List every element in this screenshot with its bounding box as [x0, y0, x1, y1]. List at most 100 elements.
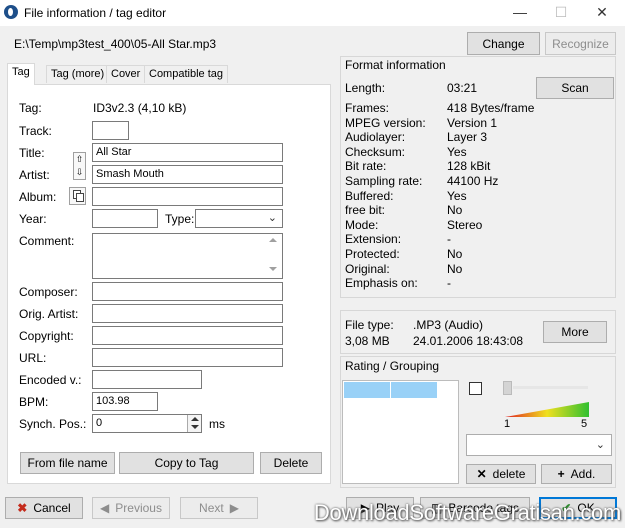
length-value: 03:21 [447, 81, 478, 95]
previous-label: Previous [115, 501, 162, 515]
arrow-left-icon: ◀ [100, 501, 110, 515]
format-row-value: 44100 Hz [447, 174, 499, 188]
next-button[interactable]: Next ▶ [180, 497, 258, 519]
rating-add-label: Add. [570, 467, 596, 481]
format-row-label: Sampling rate: [345, 174, 423, 188]
rating-max: 5 [581, 418, 588, 430]
synch-pos-stepper[interactable]: 0 [92, 414, 202, 433]
next-label: Next [199, 501, 224, 515]
grouping-list[interactable] [342, 380, 459, 484]
encoded-label: Encoded v.: [19, 373, 82, 387]
tag-label: Tag: [19, 101, 42, 115]
cancel-x-icon: ✖ [17, 501, 28, 515]
rating-delete-button[interactable]: ✕ delete [466, 464, 536, 484]
format-row-label: Bit rate: [345, 159, 387, 174]
close-button[interactable]: ✕ [582, 0, 622, 26]
copyright-label: Copyright: [19, 329, 74, 343]
title-label: Title: [19, 146, 45, 160]
arrow-right-icon: ▶ [229, 501, 239, 515]
rating-delete-label: delete [492, 467, 526, 481]
artist-label: Artist: [19, 168, 50, 182]
window-title: File information / tag editor [24, 6, 167, 20]
recognize-button[interactable]: Recognize [545, 32, 616, 55]
chevron-down-icon: ⌄ [267, 212, 277, 224]
rating-slider-track[interactable] [513, 386, 588, 389]
title-field[interactable]: All Star [92, 143, 283, 162]
format-row-label: Extension: [345, 232, 402, 247]
copyright-field[interactable] [92, 326, 283, 345]
artist-field[interactable]: Smash Mouth [92, 165, 283, 184]
scan-button[interactable]: Scan [536, 77, 614, 99]
composer-field[interactable] [92, 282, 283, 301]
track-field[interactable] [92, 121, 129, 140]
plus-icon: + [557, 467, 565, 481]
track-label: Track: [19, 124, 52, 138]
tag-value: ID3v2.3 (4,10 kB) [93, 101, 187, 115]
format-row-label: Audiolayer: [345, 130, 406, 145]
from-file-name-button[interactable]: From file name [20, 452, 115, 474]
format-row-label: Emphasis on: [345, 276, 418, 291]
file-type-value: .MP3 (Audio) [413, 318, 484, 332]
rating-checkbox[interactable] [469, 382, 482, 395]
tab-compatible-tag[interactable]: Compatible tag [144, 65, 228, 83]
list-item[interactable] [344, 382, 390, 398]
delete-tag-button[interactable]: Delete [260, 452, 322, 474]
change-button[interactable]: Change [467, 32, 540, 55]
orig-artist-field[interactable] [92, 304, 283, 323]
album-field[interactable] [92, 187, 283, 206]
stepper-arrows-icon[interactable] [187, 415, 201, 432]
synch-pos-unit: ms [209, 417, 225, 431]
encoded-field[interactable] [92, 370, 202, 389]
bpm-label: BPM: [19, 395, 49, 409]
chevron-down-icon: ⌄ [595, 439, 605, 451]
app-icon [4, 5, 18, 19]
rating-slider-handle[interactable] [503, 381, 512, 395]
cancel-label: Cancel [33, 501, 71, 515]
synch-pos-value: 0 [96, 417, 103, 429]
more-button[interactable]: More [543, 321, 607, 343]
bpm-field[interactable]: 103.98 [92, 392, 158, 411]
grouping-select[interactable]: ⌄ [466, 434, 612, 456]
format-row-label: MPEG version: [345, 115, 426, 130]
format-row-value: Yes [447, 144, 467, 159]
type-select[interactable]: ⌄ [195, 209, 283, 228]
minimize-button[interactable]: — [500, 0, 540, 26]
format-row-value: No [447, 247, 463, 261]
tab-cover[interactable]: Cover [106, 65, 146, 83]
scroll-down-icon[interactable] [269, 267, 277, 271]
copy-album-icon[interactable] [69, 187, 86, 205]
watermark: DownloadSoftwareGratisan.com [313, 500, 621, 525]
cancel-button[interactable]: ✖ Cancel [5, 497, 83, 519]
format-info-title: Format information [345, 58, 446, 72]
url-field[interactable] [92, 348, 283, 367]
composer-label: Composer: [19, 285, 78, 299]
album-label: Album: [19, 190, 57, 204]
format-row-value: 418 Bytes/frame [447, 101, 535, 115]
format-row-label: Mode: [345, 217, 379, 232]
rating-title: Rating / Grouping [345, 359, 440, 373]
list-item[interactable] [391, 382, 437, 398]
format-row-label: Frames: [345, 101, 390, 115]
format-row-value: No [447, 203, 463, 218]
tab-tag[interactable]: Tag [7, 63, 35, 85]
comment-label: Comment: [19, 234, 75, 248]
swap-title-artist-icon[interactable]: ⇧ ⇩ [73, 152, 86, 180]
rating-add-button[interactable]: + Add. [541, 464, 612, 484]
year-label: Year: [19, 212, 47, 226]
copy-to-tag-button[interactable]: Copy to Tag [119, 452, 254, 474]
orig-artist-label: Orig. Artist: [19, 307, 79, 321]
rating-gradient-icon [505, 402, 589, 417]
format-row-value: Layer 3 [447, 130, 488, 145]
rating-min: 1 [504, 418, 511, 430]
year-field[interactable] [92, 209, 158, 228]
previous-button[interactable]: ◀ Previous [92, 497, 170, 519]
tab-tag-more[interactable]: Tag (more) [46, 65, 110, 83]
scroll-up-icon[interactable] [269, 238, 277, 242]
comment-field[interactable] [92, 233, 283, 279]
format-row-value: Stereo [447, 217, 483, 232]
format-row-label: Buffered: [345, 188, 394, 203]
maximize-button[interactable]: ☐ [541, 0, 581, 26]
format-row-value: - [447, 232, 451, 247]
format-row-value: Yes [447, 188, 467, 203]
synch-pos-label: Synch. Pos.: [19, 417, 87, 431]
